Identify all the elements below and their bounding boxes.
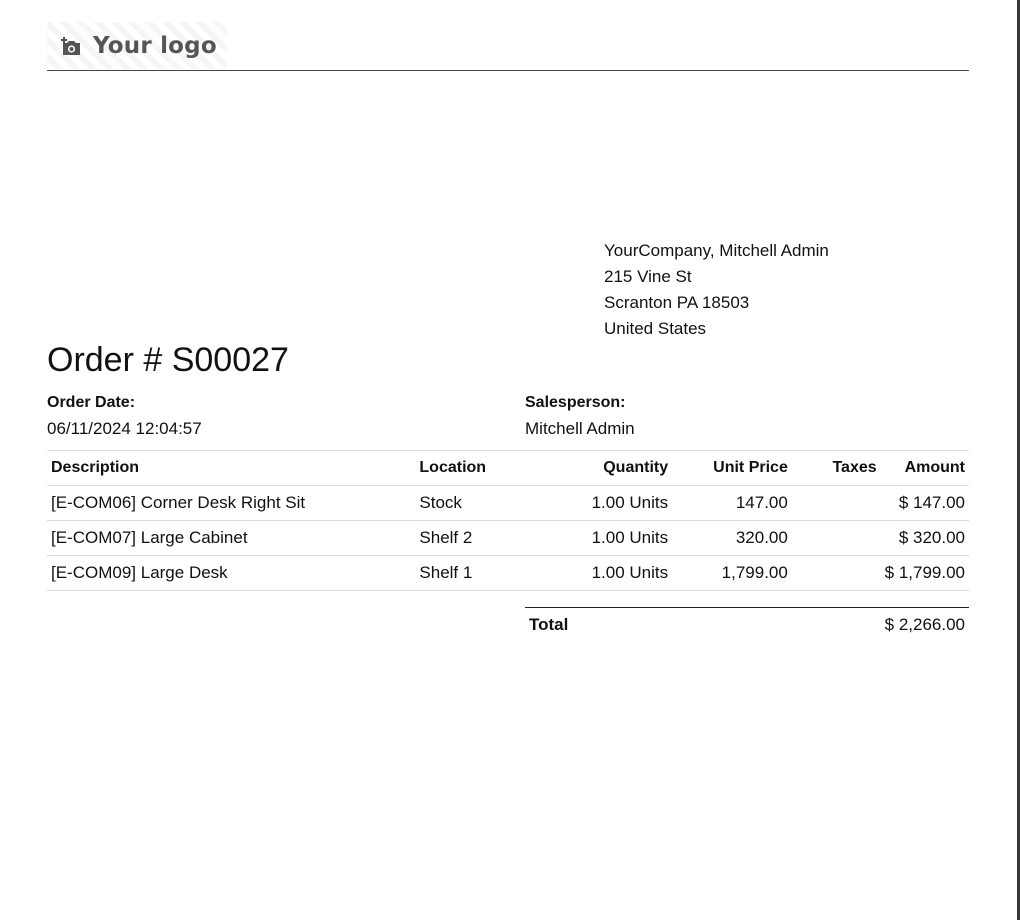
order-title: Order # S00027	[47, 341, 289, 379]
table-row: [E-COM06] Corner Desk Right Sit Stock 1.…	[47, 485, 969, 521]
company-country: United States	[604, 319, 707, 338]
order-date-value: 06/11/2024 12:04:57	[47, 419, 202, 438]
header-description: Description	[47, 450, 416, 486]
cell-location: Shelf 2	[415, 520, 544, 556]
table-row: [E-COM07] Large Cabinet Shelf 2 1.00 Uni…	[47, 520, 969, 556]
cell-description: [E-COM07] Large Cabinet	[47, 520, 416, 556]
cell-taxes	[791, 555, 881, 591]
header-unit-price: Unit Price	[672, 450, 792, 486]
cell-description: [E-COM06] Corner Desk Right Sit	[47, 485, 416, 521]
logo-text: Your logo	[93, 32, 217, 59]
header-amount: Amount	[880, 450, 969, 486]
cell-taxes	[791, 485, 881, 521]
cell-amount: $ 147.00	[880, 485, 969, 521]
order-lines-table: Description Location Quantity Unit Price…	[47, 450, 969, 591]
header-taxes: Taxes	[791, 450, 881, 486]
cell-taxes	[791, 520, 881, 556]
cell-quantity: 1.00 Units	[543, 520, 673, 556]
cell-quantity: 1.00 Units	[543, 485, 673, 521]
total-label: Total	[529, 614, 569, 634]
total-value: $ 2,266.00	[884, 614, 965, 634]
salesperson-block: Salesperson: Mitchell Admin	[525, 390, 635, 442]
company-address: YourCompany, Mitchell Admin 215 Vine St …	[604, 238, 829, 342]
cell-unit-price: 147.00	[672, 485, 792, 521]
cell-location: Stock	[415, 485, 544, 521]
cell-location: Shelf 1	[415, 555, 544, 591]
company-city: Scranton PA 18503	[604, 293, 750, 312]
cell-description: [E-COM09] Large Desk	[47, 555, 416, 591]
header-location: Location	[415, 450, 544, 486]
cell-unit-price: 320.00	[672, 520, 792, 556]
company-name: YourCompany, Mitchell Admin	[604, 241, 829, 260]
salesperson-label: Salesperson:	[525, 394, 626, 411]
cell-quantity: 1.00 Units	[543, 555, 673, 591]
order-date-block: Order Date: 06/11/2024 12:04:57	[47, 390, 202, 442]
total-row: Total $ 2,266.00	[525, 607, 969, 641]
salesperson-value: Mitchell Admin	[525, 419, 635, 438]
company-street: 215 Vine St	[604, 267, 692, 286]
cell-amount: $ 1,799.00	[880, 555, 969, 591]
cell-amount: $ 320.00	[880, 520, 969, 556]
report-header: Your logo	[47, 22, 969, 71]
table-header-row: Description Location Quantity Unit Price…	[47, 450, 969, 486]
table-row: [E-COM09] Large Desk Shelf 1 1.00 Units …	[47, 555, 969, 591]
header-quantity: Quantity	[543, 450, 673, 486]
order-date-label: Order Date:	[47, 394, 136, 411]
cell-unit-price: 1,799.00	[672, 555, 792, 591]
camera-add-icon	[59, 34, 83, 58]
company-logo: Your logo	[47, 22, 227, 69]
